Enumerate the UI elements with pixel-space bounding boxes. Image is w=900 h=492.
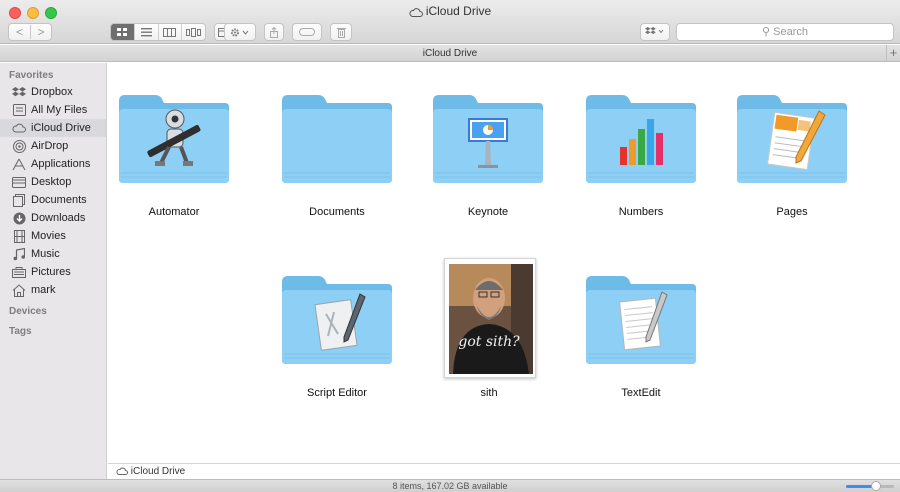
file-name: Automator [148,206,200,218]
sidebar-item-label: AirDrop [31,140,69,152]
share-icon[interactable] [264,23,284,41]
sidebar-item-dropbox[interactable]: Dropbox [0,83,106,101]
folder-icon [586,276,696,364]
file-item-sith[interactable]: got sith? sith [429,258,549,400]
cloud-icon [12,121,26,135]
slider-knob[interactable] [870,481,881,491]
cloud-icon [409,6,423,20]
folder-icon [119,95,229,183]
sidebar-item-icloud-drive[interactable]: iCloud Drive [0,119,106,137]
photo-shirt-text: got sith? [458,334,520,350]
sidebar-item-applications[interactable]: Applications [0,155,106,173]
tag-icon[interactable] [292,23,322,41]
sidebar-item-label: Music [31,248,60,260]
sidebar-item-label: Pictures [31,266,71,278]
photo-thumbnail: got sith? [444,258,536,378]
file-item-pages[interactable]: Pages [732,89,852,219]
path-bar: iCloud Drive [108,463,900,479]
folder-icon [433,95,543,183]
sidebar-item-label: Movies [31,230,66,242]
sidebar-header-devices: Devices [9,306,47,317]
sidebar-item-label: iCloud Drive [31,122,91,134]
icon-view-icon[interactable] [111,24,134,40]
search-field[interactable]: ⚲ Search [676,23,894,41]
applications-icon [12,157,26,171]
sidebar-item-pictures[interactable]: Pictures [0,263,106,281]
file-name: Keynote [467,206,509,218]
back-button[interactable]: < [9,25,30,39]
file-item-keynote[interactable]: Keynote [428,89,548,219]
sidebar-item-label: Documents [31,194,87,206]
path-tab-bar: iCloud Drive + [0,45,900,62]
file-item-numbers[interactable]: Numbers [581,89,701,219]
dropbox-icon [645,26,665,39]
file-name: Numbers [618,206,664,218]
sidebar-item-all-my-files[interactable]: All My Files [0,101,106,119]
trash-icon[interactable] [330,23,352,41]
folder-icon [586,95,696,183]
sidebar-item-label: mark [31,284,56,296]
sidebar-item-label: All My Files [31,104,88,116]
file-name: Documents [309,206,365,218]
file-name: Pages [776,206,808,218]
window-title: iCloud Drive [0,4,900,20]
forward-button[interactable]: > [29,25,51,39]
photo-image: got sith? [449,264,533,374]
downloads-icon [12,211,26,225]
list-view-icon[interactable] [133,24,158,40]
documents-icon [12,193,26,207]
cover-flow-icon[interactable] [181,24,205,40]
music-icon [12,247,26,261]
sidebar-item-documents[interactable]: Documents [0,191,106,209]
file-item-automator[interactable]: Automator [114,89,234,219]
dropbox-icon [12,85,26,99]
movies-icon [12,229,26,243]
file-item-script-editor[interactable]: Script Editor [277,270,397,400]
sidebar-item-downloads[interactable]: Downloads [0,209,106,227]
action-gear-icon[interactable] [224,23,256,41]
sidebar-item-label: Desktop [31,176,72,188]
dropbox-toolbar-button[interactable] [640,23,670,41]
sidebar-item-desktop[interactable]: Desktop [0,173,106,191]
file-name: TextEdit [621,387,661,399]
file-name: sith [480,387,498,399]
view-mode-control[interactable] [110,23,206,41]
home-icon [12,283,26,297]
file-name: Script Editor [307,387,367,399]
icon-size-slider[interactable] [846,481,894,491]
folder-icon [737,95,847,183]
sidebar-item-movies[interactable]: Movies [0,227,106,245]
file-item-documents[interactable]: Documents [277,89,397,219]
search-placeholder: Search [773,26,808,38]
airdrop-icon [12,139,26,153]
status-bar: 8 items, 167.02 GB available [0,479,900,492]
cloud-icon [116,466,128,477]
path-bar-item[interactable]: iCloud Drive [131,466,185,477]
status-text: 8 items, 167.02 GB available [392,481,508,491]
sidebar-item-airdrop[interactable]: AirDrop [0,137,106,155]
sidebar-header-favorites: Favorites [9,70,54,81]
folder-icon [282,276,392,364]
sidebar-item-mark[interactable]: mark [0,281,106,299]
sidebar-item-label: Dropbox [31,86,73,98]
title-bar: iCloud Drive < > ⚲ Search [0,0,900,44]
file-item-textedit[interactable]: TextEdit [581,270,701,400]
path-tab-title[interactable]: iCloud Drive [423,48,477,59]
sidebar-header-tags: Tags [9,326,32,337]
search-icon: ⚲ [762,26,771,38]
pictures-icon [12,265,26,279]
desktop-icon [12,175,26,189]
column-view-icon[interactable] [157,24,182,40]
new-tab-button[interactable]: + [886,45,900,61]
sidebar-item-music[interactable]: Music [0,245,106,263]
sidebar: Favorites Dropbox All My Files iCloud Dr… [0,63,107,481]
folder-icon [282,95,392,183]
all-files-icon [12,103,26,117]
file-browser-content: Automator Documents Keynote Numbers Page… [108,63,900,463]
sidebar-item-label: Applications [31,158,91,170]
window-title-text: iCloud Drive [425,4,492,18]
back-forward-control[interactable]: < > [8,23,52,41]
sidebar-item-label: Downloads [31,212,86,224]
